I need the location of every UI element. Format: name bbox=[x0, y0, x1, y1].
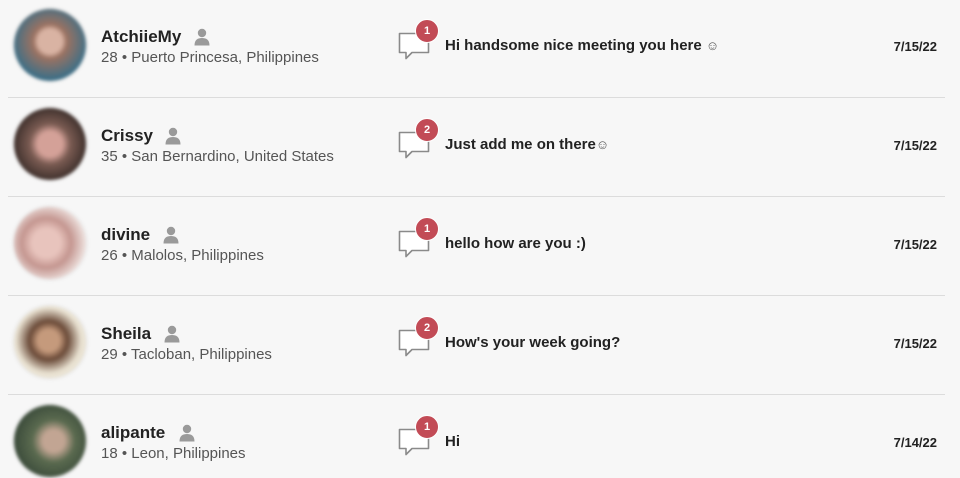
user-icon[interactable] bbox=[163, 226, 179, 244]
avatar[interactable] bbox=[14, 405, 86, 477]
divider bbox=[8, 97, 945, 98]
conversation-row[interactable]: divine 26 • Malolos, Philippines 1 hello… bbox=[8, 198, 945, 296]
avatar[interactable] bbox=[14, 306, 86, 378]
contact-details: 35 • San Bernardino, United States bbox=[101, 148, 334, 165]
message-date: 7/15/22 bbox=[893, 237, 937, 252]
unread-badge: 1 bbox=[415, 415, 439, 439]
user-icon[interactable] bbox=[165, 127, 181, 145]
unread-badge: 2 bbox=[415, 118, 439, 142]
unread-badge: 1 bbox=[415, 19, 439, 43]
user-icon[interactable] bbox=[164, 325, 180, 343]
contact-name[interactable]: alipante bbox=[101, 423, 165, 443]
conversation-row[interactable]: Crissy 35 • San Bernardino, United State… bbox=[8, 99, 945, 197]
divider bbox=[8, 196, 945, 197]
smiley-glyph: ☺ bbox=[705, 38, 720, 53]
user-icon[interactable] bbox=[179, 424, 195, 442]
message-text: How's your week going? bbox=[445, 334, 621, 351]
conversation-row[interactable]: AtchiieMy 28 • Puerto Princesa, Philippi… bbox=[8, 0, 945, 98]
message-preview[interactable]: hello how are you :) bbox=[445, 235, 586, 252]
contact-name[interactable]: divine bbox=[101, 225, 150, 245]
contact-details: 28 • Puerto Princesa, Philippines bbox=[101, 49, 319, 66]
message-date: 7/15/22 bbox=[893, 336, 937, 351]
message-preview[interactable]: How's your week going? bbox=[445, 334, 620, 351]
divider bbox=[8, 295, 945, 296]
conversation-row[interactable]: alipante 18 • Leon, Philippines 1 Hi 7/1… bbox=[8, 396, 945, 478]
message-text: hello how are you :) bbox=[445, 235, 586, 252]
message-preview[interactable]: Hi handsome nice meeting you here ☺ bbox=[445, 37, 719, 54]
message-date: 7/15/22 bbox=[893, 138, 937, 153]
conversation-list: AtchiieMy 28 • Puerto Princesa, Philippi… bbox=[0, 0, 960, 478]
divider bbox=[8, 394, 945, 395]
contact-details: 29 • Tacloban, Philippines bbox=[101, 346, 272, 363]
contact-name[interactable]: Crissy bbox=[101, 126, 153, 146]
message-date: 7/14/22 bbox=[893, 435, 937, 450]
message-date: 7/15/22 bbox=[893, 39, 937, 54]
message-text: Hi handsome nice meeting you here bbox=[445, 37, 702, 54]
message-text: Just add me on there bbox=[445, 136, 596, 153]
contact-name[interactable]: AtchiieMy bbox=[101, 27, 181, 47]
smiley-glyph: ☺ bbox=[595, 137, 610, 152]
avatar[interactable] bbox=[14, 108, 86, 180]
message-preview[interactable]: Hi bbox=[445, 433, 460, 450]
contact-details: 18 • Leon, Philippines bbox=[101, 445, 246, 462]
avatar[interactable] bbox=[14, 9, 86, 81]
conversation-row[interactable]: Sheila 29 • Tacloban, Philippines 2 How'… bbox=[8, 297, 945, 395]
avatar[interactable] bbox=[14, 207, 86, 279]
contact-name[interactable]: Sheila bbox=[101, 324, 151, 344]
contact-details: 26 • Malolos, Philippines bbox=[101, 247, 264, 264]
message-preview[interactable]: Just add me on there☺ bbox=[445, 136, 609, 153]
user-icon[interactable] bbox=[194, 28, 210, 46]
unread-badge: 1 bbox=[415, 217, 439, 241]
unread-badge: 2 bbox=[415, 316, 439, 340]
message-text: Hi bbox=[445, 433, 460, 450]
